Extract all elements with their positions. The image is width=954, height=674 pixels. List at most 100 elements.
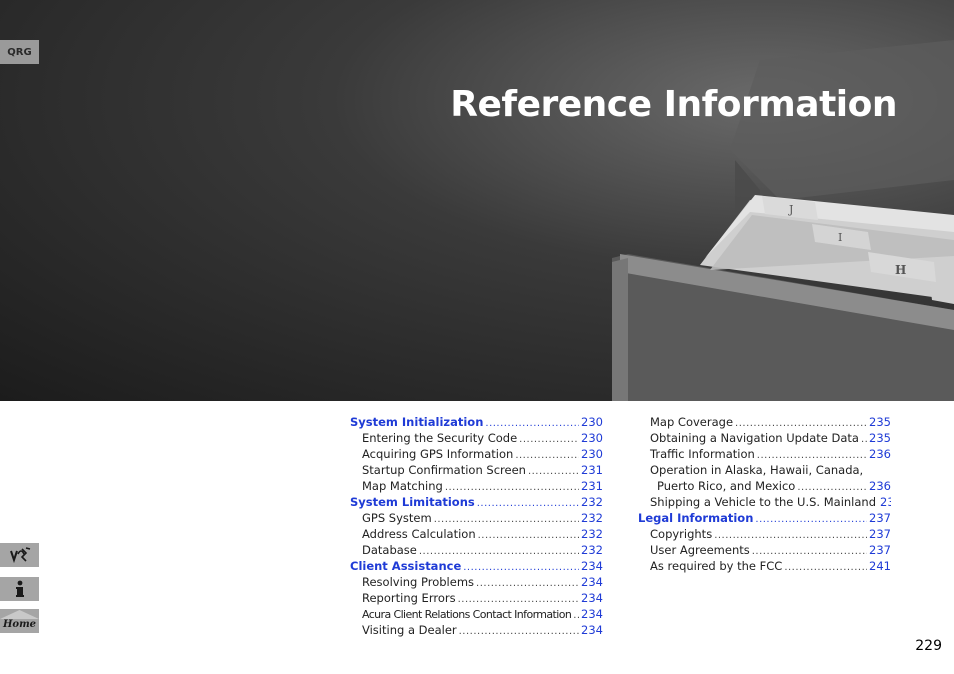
toc-leader-dots [797,480,867,494]
toc-leader-dots [735,416,867,430]
toc-entry-link[interactable]: Map Matching 231 [350,478,603,494]
svg-text:J: J [788,203,793,216]
toc-entry-label: Acquiring GPS Information [362,447,514,461]
toc-entry-link[interactable]: Acura Client Relations Contact Informati… [350,606,603,622]
toc-section-link[interactable]: Client Assistance 234 [350,558,603,574]
toc-entry-label: Reporting Errors [362,591,456,605]
page-title: Reference Information [450,84,897,125]
toc-leader-dots [784,560,867,574]
toc-entry-label: Map Coverage [650,415,734,429]
toc-leader-dots [476,576,579,590]
toc-page-number: 237 [869,543,891,557]
toc-entry-link[interactable]: Obtaining a Navigation Update Data 235 [638,430,891,446]
toc-entry-label: Resolving Problems [362,575,475,589]
toc-page-number: 232 [581,511,603,525]
toc-entry-link[interactable]: GPS System 232 [350,510,603,526]
svg-text:H: H [895,263,906,277]
toc-entry-link[interactable]: Visiting a Dealer 234 [350,622,603,638]
toc-entry-link[interactable]: User Agreements 237 [638,542,891,558]
toc-leader-dots [459,624,579,638]
toc-page-number: 235 [869,431,891,445]
toc-leader-dots [519,432,579,446]
toc-page-number: 234 [581,607,603,621]
info-button[interactable] [0,577,39,601]
toc-page-number: 234 [581,591,603,605]
home-button[interactable]: Home [0,609,39,633]
toc-entry-link[interactable]: Resolving Problems 234 [350,574,603,590]
toc-entry-label: System Initialization [350,415,484,429]
toc-right-column: Map Coverage235Obtaining a Navigation Up… [638,414,891,574]
toc-leader-dots [755,512,867,526]
toc-entry-label: Copyrights [650,527,713,541]
toc-entry-label: Legal Information [638,511,754,525]
toc-leader-dots [445,480,579,494]
toc-entry-label: As required by the FCC [650,559,783,573]
toc-leader-dots [752,544,867,558]
toc-entry-link[interactable]: Database 232 [350,542,603,558]
toc-entry-label: Entering the Security Code [362,431,518,445]
toc-entry-link[interactable]: Acquiring GPS Information 230 [350,446,603,462]
toc-leader-dots [515,448,579,462]
toc-leader-dots [861,432,867,446]
toc-entry-link[interactable]: Traffic Information 236 [638,446,891,462]
toc-entry-label: Database [362,543,417,557]
toc-page-number: 231 [581,479,603,493]
toc-page-number: 232 [581,543,603,557]
toc-entry-link[interactable]: Copyrights 237 [638,526,891,542]
toc-entry-label: Acura Client Relations Contact Informati… [362,608,572,621]
toc-page-number: 237 [869,511,891,525]
qrg-label: QRG [7,46,32,58]
toc-page-number: 232 [581,495,603,509]
toc-entry-label: Operation in Alaska, Hawaii, Canada, [650,463,864,477]
toc-leader-dots [714,528,867,542]
toc-page-number: 237 [869,527,891,541]
toc-entry-link[interactable]: Puerto Rico, and Mexico 236 [638,478,891,494]
voice-command-button[interactable] [0,543,39,567]
toc-entry-label: User Agreements [650,543,750,557]
toc-entry-label: System Limitations [350,495,475,509]
toc-page-number: 234 [581,575,603,589]
toc-entry-link[interactable]: Shipping a Vehicle to the U.S. Mainland 2… [638,494,891,510]
toc-leader-dots [434,512,579,526]
toc-entry-link[interactable]: Entering the Security Code 230 [350,430,603,446]
toc-section-link[interactable]: System Initialization 230 [350,414,603,430]
toc-entry-link[interactable]: As required by the FCC 241 [638,558,891,574]
toc-leader-dots [528,464,579,478]
toc-page-number: 234 [581,623,603,637]
toc-entry-label: Puerto Rico, and Mexico [657,479,796,493]
toc-entry-label: Map Matching [362,479,443,493]
toc-entry-label: Traffic Information [650,447,755,461]
toc-page-number: 241 [869,559,891,573]
toc-entry-label: Address Calculation [362,527,476,541]
toc-entry-link[interactable]: Startup Confirmation Screen 231 [350,462,603,478]
toc-entry-label: GPS System [362,511,432,525]
toc-entry-label: Obtaining a Navigation Update Data [650,431,859,445]
toc-page-number: 231 [581,463,603,477]
file-drawer-illustration: J I H [612,40,954,401]
toc-page-number: 230 [581,447,603,461]
toc-page-number: 236 [869,479,891,493]
toc-entry-label: Client Assistance [350,559,462,573]
toc-leader-dots [573,608,579,622]
page-number: 229 [915,638,942,654]
toc-section-link[interactable]: System Limitations 232 [350,494,603,510]
toc-section-link[interactable]: Legal Information 237 [638,510,891,526]
toc-page-number: 235 [869,415,891,429]
toc-entry-link[interactable]: Map Coverage 235 [638,414,891,430]
toc-leader-dots [419,544,579,558]
svg-text:I: I [838,231,842,244]
toc-entry-link[interactable]: Address Calculation 232 [350,526,603,542]
toc-page-number: 232 [581,527,603,541]
toc-page-number: 230 [581,431,603,445]
toc-entry-link[interactable]: Operation in Alaska, Hawaii, Canada, [638,462,891,478]
toc-entry-label: Visiting a Dealer [362,623,457,637]
toc-leader-dots [478,528,579,542]
toc-page-number: 236 [880,495,891,509]
toc-page-number: 230 [581,415,603,429]
qrg-tab[interactable]: QRG [0,40,39,64]
toc-page-number: 234 [581,559,603,573]
toc-entry-link[interactable]: Reporting Errors 234 [350,590,603,606]
info-icon [15,580,24,597]
toc-page-number: 236 [869,447,891,461]
toc-leader-dots [757,448,867,462]
